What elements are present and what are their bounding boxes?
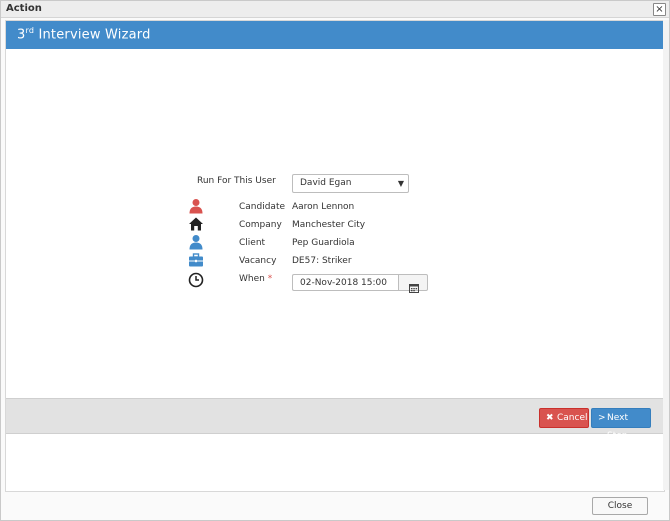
when-datetime-input[interactable]: 02-Nov-2018 15:00 — [292, 274, 398, 291]
when-label: When * — [239, 274, 272, 284]
action-dialog: Action × 3rd Interview Wizard Run For Th… — [0, 0, 670, 521]
cancel-icon: ✖ — [546, 413, 554, 423]
company-label: Company — [239, 220, 282, 230]
briefcase-icon — [188, 252, 204, 268]
dialog-title: Action — [6, 3, 42, 14]
cancel-button-label: Cancel — [557, 413, 588, 423]
calendar-icon — [409, 278, 419, 297]
close-button[interactable]: Close — [592, 497, 648, 515]
dialog-titlebar: Action × — [1, 1, 669, 18]
required-marker: * — [267, 274, 273, 284]
wizard-header: 3rd Interview Wizard — [6, 21, 664, 49]
candidate-value: Aaron Lennon — [292, 202, 355, 212]
home-icon — [188, 216, 204, 232]
clock-icon — [188, 272, 204, 288]
wizard-title-text: Interview Wizard — [34, 27, 151, 43]
chevron-down-icon: ▼ — [397, 179, 404, 188]
run-for-user-label: Run For This User — [197, 176, 276, 186]
user-icon — [188, 234, 204, 250]
wizard-footer: ✖ Cancel > Next Step — [6, 398, 664, 441]
client-label: Client — [239, 238, 266, 248]
vacancy-value: DE57: Striker — [292, 256, 352, 266]
wizard-title: 3rd Interview Wizard — [17, 26, 151, 42]
cancel-button[interactable]: ✖ Cancel — [539, 408, 589, 428]
client-value: Pep Guardiola — [292, 238, 355, 248]
company-value: Manchester City — [292, 220, 366, 230]
next-arrow-icon: > — [598, 413, 606, 423]
wizard-panel: 3rd Interview Wizard Run For This User D… — [5, 20, 665, 492]
vacancy-label: Vacancy — [239, 256, 277, 266]
candidate-label: Candidate — [239, 202, 286, 212]
when-label-text: When — [239, 274, 265, 284]
run-for-user-select[interactable]: David Egan ▼ — [292, 174, 409, 193]
next-step-button-label: Next Step — [607, 413, 628, 441]
user-icon — [188, 198, 204, 214]
wizard-title-suffix: rd — [25, 26, 35, 35]
calendar-button[interactable] — [398, 274, 428, 293]
run-for-user-value: David Egan — [300, 178, 352, 188]
close-icon[interactable]: × — [653, 3, 666, 16]
next-step-button[interactable]: > Next Step — [591, 408, 651, 441]
scrollbar-track — [663, 20, 669, 490]
